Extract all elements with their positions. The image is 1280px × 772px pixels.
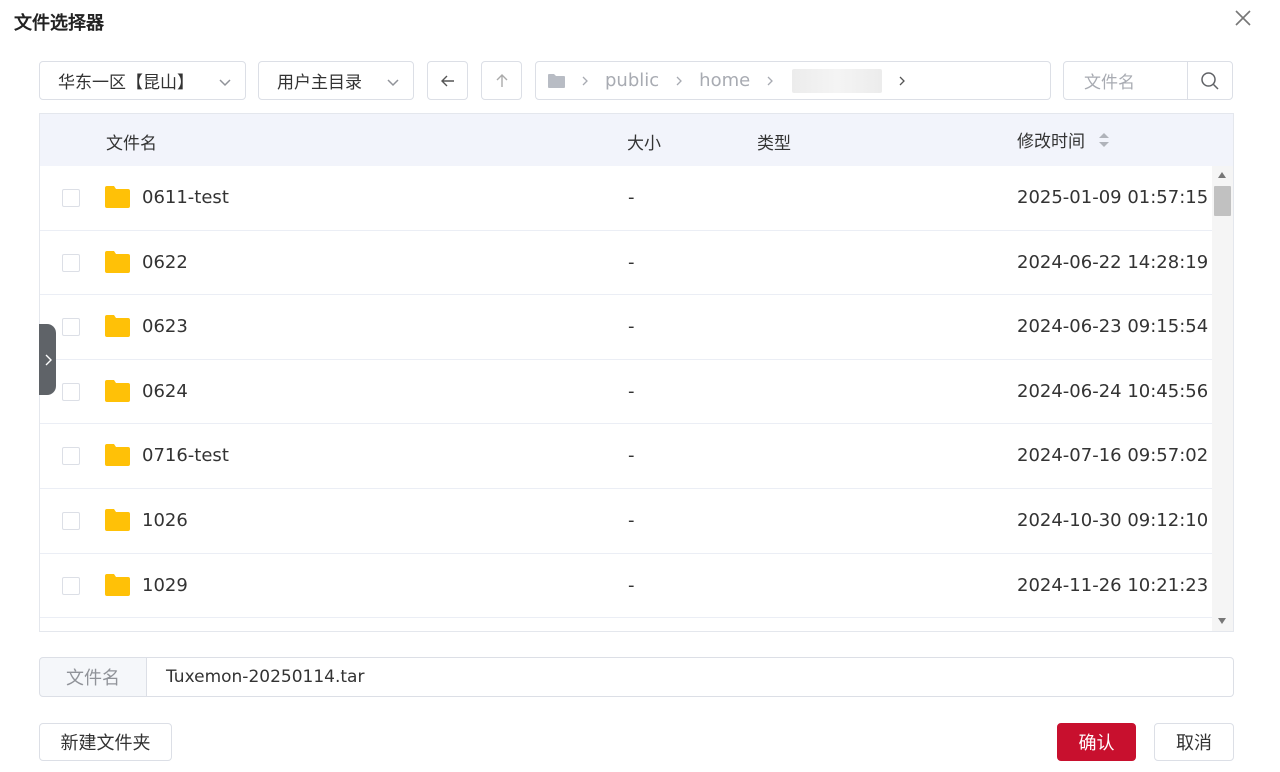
search-input[interactable]: 文件名 [1064, 68, 1187, 93]
row-checkbox[interactable] [62, 382, 80, 401]
scroll-down-icon[interactable] [1217, 617, 1227, 625]
directory-select[interactable]: 用户主目录 [258, 61, 414, 100]
chevron-right-icon [676, 76, 683, 85]
chevron-down-icon [219, 79, 231, 87]
filename-label: 文件名 [39, 657, 147, 697]
folder-icon [105, 379, 130, 402]
arrow-left-icon [440, 75, 454, 86]
cancel-button[interactable]: 取消 [1154, 723, 1234, 761]
folder-icon [105, 573, 130, 596]
row-size: - [628, 574, 635, 596]
row-name[interactable]: 1026 [142, 510, 188, 531]
row-checkbox[interactable] [62, 576, 80, 595]
row-modified: 2024-10-30 09:12:10 [1017, 509, 1209, 531]
dialog-title: 文件选择器 [14, 13, 104, 34]
up-button[interactable] [481, 61, 522, 100]
region-select-value: 华东一区【昆山】 [58, 73, 194, 93]
sidebar-toggle[interactable] [39, 324, 56, 395]
breadcrumb-item[interactable]: public [605, 70, 659, 91]
breadcrumb-item[interactable]: home [699, 70, 750, 91]
row-checkbox[interactable] [62, 318, 80, 337]
table-row[interactable]: 0622 - 2024-06-22 14:28:19 [40, 231, 1212, 296]
back-button[interactable] [427, 61, 468, 100]
row-modified: 2024-11-26 10:21:23 [1017, 574, 1209, 596]
row-modified: 2024-06-22 14:28:19 [1017, 251, 1209, 273]
chevron-right-icon [767, 76, 774, 85]
table-row[interactable]: 0623 - 2024-06-23 09:15:54 [40, 295, 1212, 360]
row-size: - [628, 251, 635, 273]
breadcrumb-item-redacted[interactable] [792, 68, 883, 93]
scrollbar[interactable] [1212, 166, 1233, 631]
chevron-down-icon [387, 79, 399, 87]
search-button[interactable] [1187, 62, 1232, 99]
row-size: - [628, 187, 635, 208]
row-modified: 2024-06-23 09:15:54 [1017, 316, 1209, 338]
arrow-up-icon [496, 73, 507, 87]
table-row[interactable]: 0624 - 2024-06-24 10:45:56 [40, 360, 1212, 425]
row-name[interactable]: 0624 [142, 381, 188, 402]
row-checkbox[interactable] [62, 447, 80, 466]
row-name[interactable]: 0611-test [142, 187, 229, 208]
header-name: 文件名 [106, 134, 157, 154]
region-select[interactable]: 华东一区【昆山】 [39, 61, 246, 100]
row-modified: 2024-06-24 10:45:56 [1017, 380, 1209, 402]
row-checkbox[interactable] [62, 253, 80, 272]
table-row[interactable]: 1029 - 2024-11-26 10:21:23 [40, 554, 1212, 619]
header-type: 类型 [757, 134, 791, 154]
row-size: - [628, 316, 635, 338]
table-header: 文件名 大小 类型 修改时间 [40, 114, 1233, 166]
search-box: 文件名 [1063, 61, 1233, 100]
row-size: - [628, 509, 635, 531]
filename-input[interactable]: Tuxemon-20250114.tar [146, 657, 1234, 697]
row-name[interactable]: 1029 [142, 575, 188, 596]
confirm-button[interactable]: 确认 [1057, 723, 1136, 761]
row-size: - [628, 445, 635, 467]
folder-icon [105, 444, 130, 467]
folder-icon [548, 73, 565, 88]
row-name[interactable]: 0622 [142, 252, 188, 273]
scrollbar-thumb[interactable] [1214, 186, 1231, 216]
row-modified: 2025-01-09 01:57:15 [1017, 187, 1209, 208]
path-breadcrumb: public home [535, 61, 1051, 100]
row-checkbox[interactable] [62, 511, 80, 530]
row-size: - [628, 380, 635, 402]
chevron-right-icon [582, 76, 588, 85]
table-row[interactable]: 1026 - 2024-10-30 09:12:10 [40, 489, 1212, 554]
directory-select-value: 用户主目录 [277, 73, 362, 93]
row-modified: 2024-07-16 09:57:02 [1017, 445, 1209, 467]
row-name[interactable]: 0716-test [142, 445, 229, 466]
row-name[interactable]: 0623 [142, 316, 188, 337]
table-row[interactable]: 0716-test - 2024-07-16 09:57:02 [40, 424, 1212, 489]
folder-icon [105, 508, 130, 531]
folder-icon [105, 250, 130, 273]
scroll-up-icon[interactable] [1217, 171, 1227, 179]
sort-icon[interactable] [1098, 131, 1110, 149]
file-table: 文件名 大小 类型 修改时间 0611-test - 2025-01-09 01:5… [39, 113, 1234, 632]
new-folder-button[interactable]: 新建文件夹 [39, 723, 172, 761]
header-size: 大小 [627, 134, 661, 154]
chevron-right-icon [899, 76, 906, 85]
close-icon[interactable] [1232, 7, 1254, 29]
table-row[interactable]: 0611-test - 2025-01-09 01:57:15 [40, 166, 1212, 231]
chevron-right-icon [45, 354, 52, 365]
table-body: 0611-test - 2025-01-09 01:57:15 0622 - 2024-0… [40, 166, 1212, 619]
search-icon [1201, 71, 1219, 90]
folder-icon [105, 315, 130, 338]
folder-icon [105, 186, 130, 208]
header-modified[interactable]: 修改时间 [1017, 127, 1085, 152]
row-checkbox[interactable] [62, 189, 80, 207]
